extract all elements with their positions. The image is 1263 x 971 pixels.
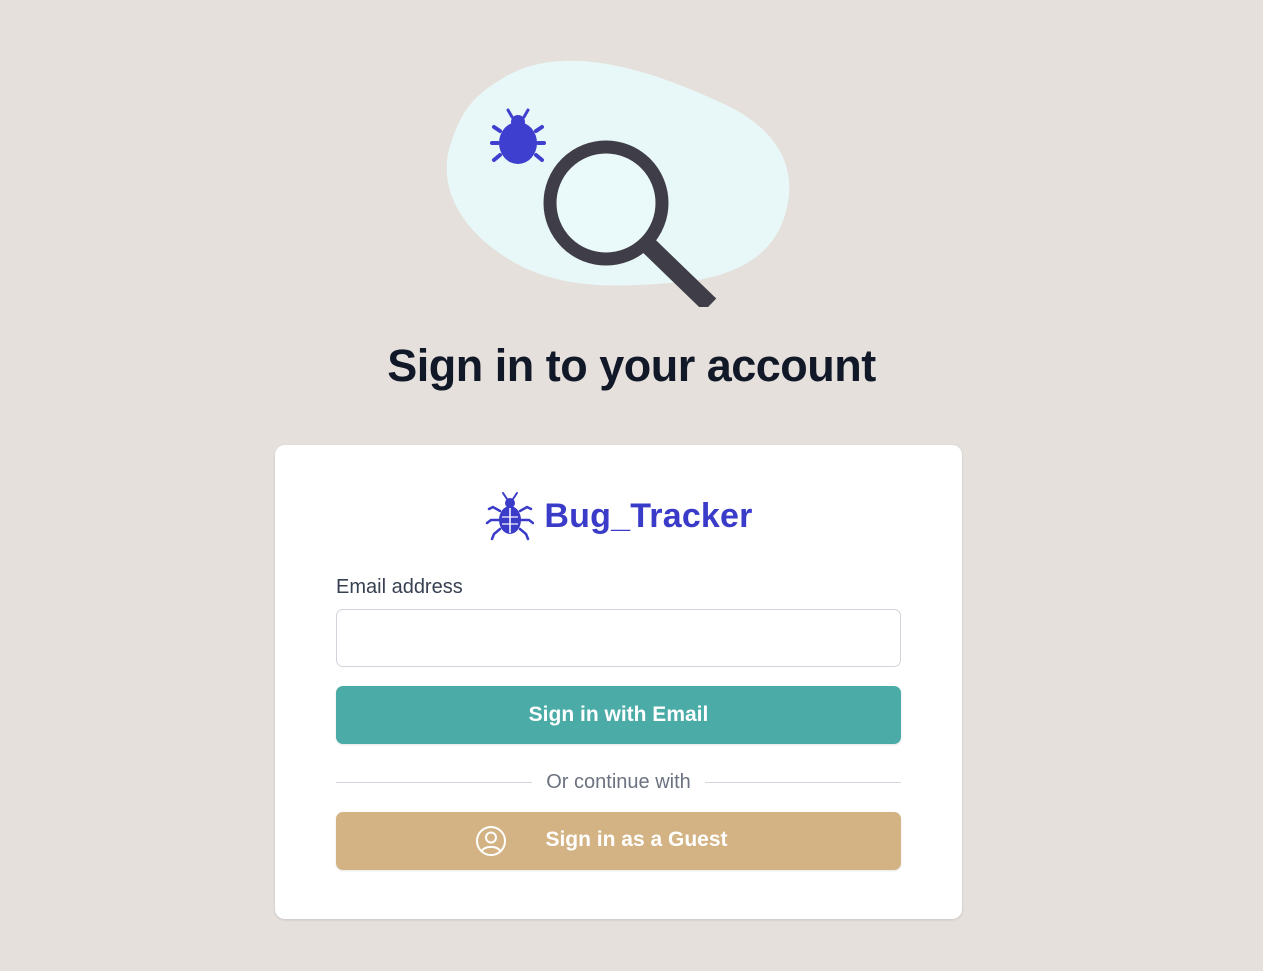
- email-label: Email address: [336, 576, 463, 598]
- page-title: Sign in to your account: [387, 340, 876, 391]
- email-input[interactable]: [336, 609, 901, 667]
- divider-line-left: [336, 782, 533, 783]
- sign-in-card: Bug_Tracker Email address Sign in with E…: [275, 445, 962, 919]
- divider: Or continue with: [336, 771, 902, 794]
- divider-text: Or continue with: [546, 771, 691, 793]
- guest-button-label: Sign in as a Guest: [545, 828, 728, 851]
- brand-logo: Bug_Tracker: [275, 491, 962, 541]
- brand-name: Bug_Tracker: [544, 496, 753, 535]
- sign-in-page: Sign in to your account Bug_Tracker Emai…: [0, 0, 1263, 971]
- divider-line-right: [704, 782, 902, 783]
- sign-in-guest-button[interactable]: Sign in as a Guest: [336, 812, 901, 870]
- sign-in-email-button[interactable]: Sign in with Email: [336, 686, 901, 744]
- bug-icon: [486, 492, 535, 541]
- bug-magnifier-illustration: [446, 60, 790, 307]
